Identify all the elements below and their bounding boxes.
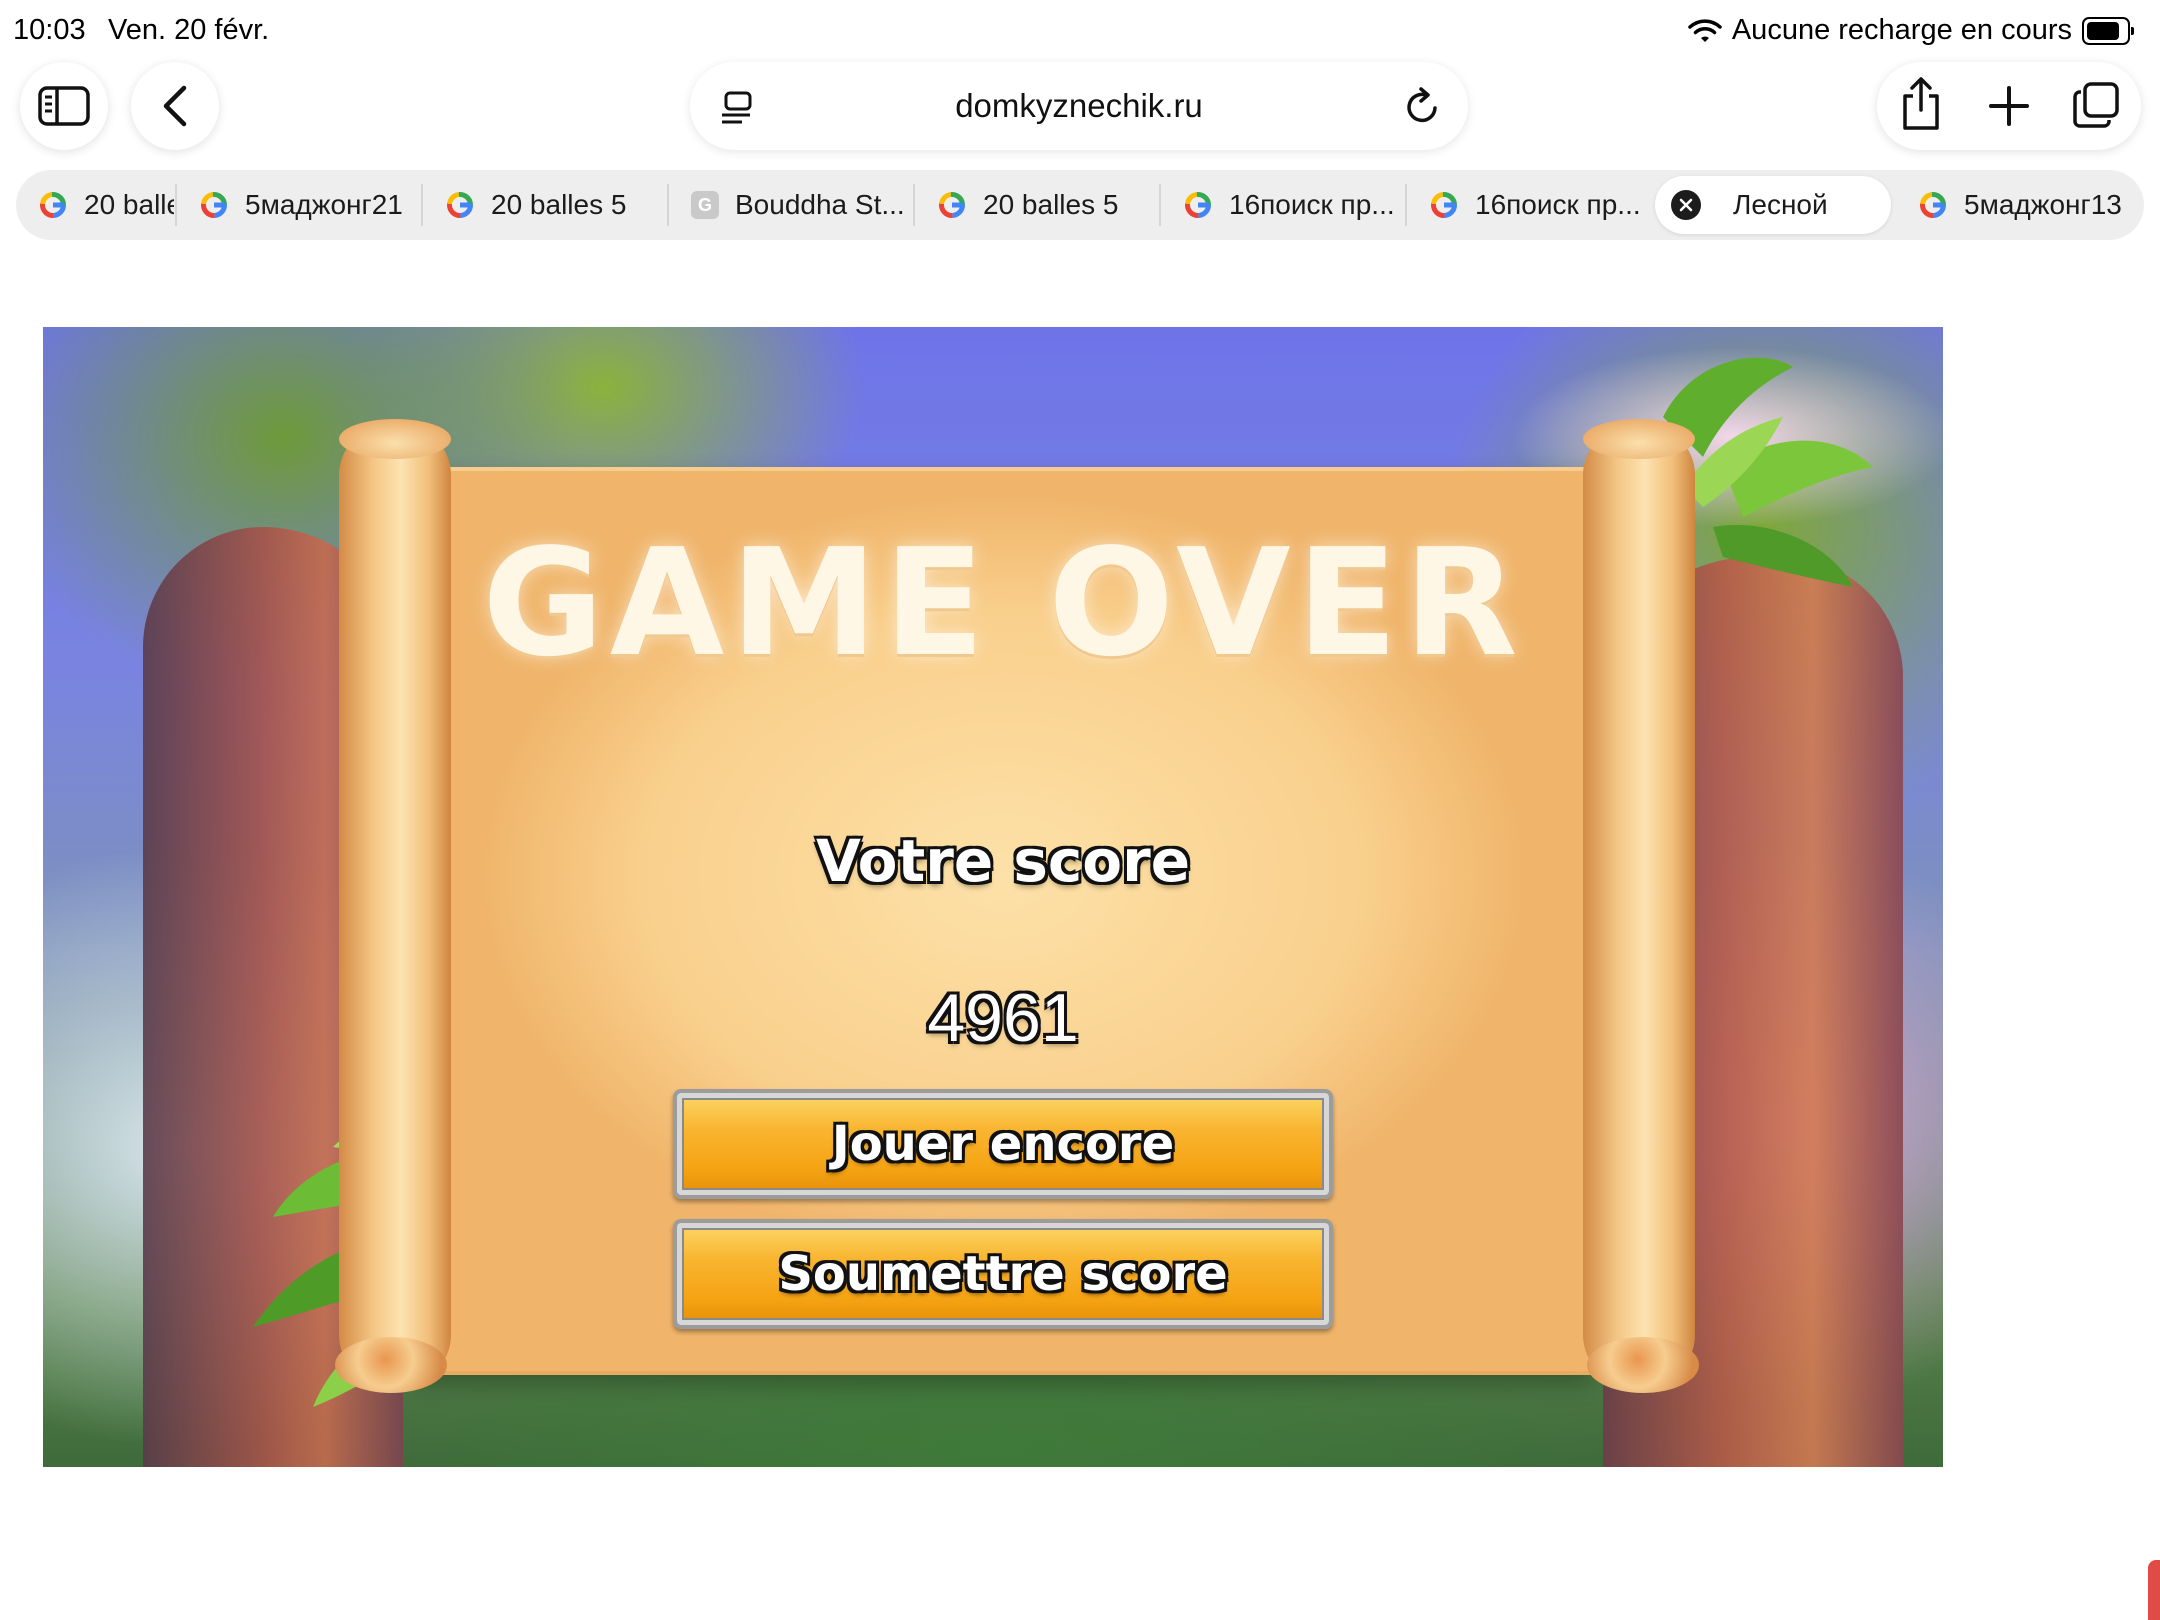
sidebar-icon — [38, 86, 90, 126]
google-icon — [447, 192, 473, 218]
tab-label: 20 balles 5 — [983, 189, 1119, 220]
battery-icon — [2082, 16, 2134, 45]
tab-6[interactable]: 16поиск пр... — [1161, 170, 1405, 240]
sidebar-toggle-button[interactable] — [20, 62, 108, 150]
play-again-button[interactable]: Jouer encore — [673, 1089, 1333, 1199]
back-button[interactable] — [131, 62, 219, 150]
google-icon — [939, 192, 965, 218]
close-tab-icon[interactable] — [1671, 190, 1701, 220]
tab-4[interactable]: G Bouddha St... — [669, 170, 913, 240]
google-icon — [1431, 192, 1457, 218]
tab-label: 20 balles 5 — [84, 189, 174, 220]
tab-label: Лесной — [1733, 189, 1828, 220]
scroll-roll-right — [1583, 425, 1695, 1385]
tab-2[interactable]: 5маджонг21 — [177, 170, 421, 240]
tab-9[interactable]: 5маджонг13 — [1896, 170, 2144, 240]
status-bar: 10:03 Ven. 20 févr. Aucune recharge en c… — [0, 0, 2160, 60]
scroll-roll-right-curl — [1587, 1337, 1699, 1393]
grey-g-favicon-icon: G — [691, 191, 719, 219]
scroll-roll-right-cap — [1583, 419, 1695, 459]
tab-strip: 20 balles 5 5маджонг21 20 balles 5 G Bou… — [16, 170, 2144, 240]
google-icon — [40, 192, 66, 218]
status-time: 10:03 — [13, 14, 86, 46]
game-canvas[interactable]: GAME OVER Votre score 4961 Jouer encore … — [43, 327, 1943, 1467]
tab-label: Bouddha St... — [735, 189, 905, 220]
score-value: 4961 — [927, 980, 1079, 1056]
score-label: Votre score — [815, 827, 1191, 895]
toolbar-right-group — [1877, 62, 2141, 150]
tab-active-lesnoy[interactable]: Лесной — [1655, 176, 1891, 234]
tab-label: 5маджонг13 — [1964, 189, 2122, 220]
tab-label: 5маджонг21 — [245, 189, 403, 220]
tab-7[interactable]: 16поиск пр... — [1407, 170, 1651, 240]
google-icon — [201, 192, 227, 218]
address-bar[interactable]: domkyznechik.ru — [690, 62, 1468, 150]
tab-5[interactable]: 20 balles 5 — [915, 170, 1159, 240]
battery-level-fill — [2087, 21, 2119, 40]
submit-score-button[interactable]: Soumettre score — [673, 1219, 1333, 1329]
wifi-icon — [1688, 18, 1722, 42]
google-icon — [1185, 192, 1211, 218]
tab-3[interactable]: 20 balles 5 — [423, 170, 667, 240]
back-chevron-icon — [163, 85, 187, 127]
tab-label: 16поиск пр... — [1475, 189, 1641, 220]
reload-icon[interactable] — [1404, 86, 1442, 126]
google-icon — [1920, 192, 1946, 218]
status-right-group: Aucune recharge en cours — [1688, 14, 2134, 47]
status-date: Ven. 20 févr. — [108, 14, 270, 46]
url-text[interactable]: domkyznechik.ru — [690, 87, 1468, 125]
tab-label: 16поиск пр... — [1229, 189, 1395, 220]
share-icon[interactable] — [1899, 76, 1943, 132]
edge-scroll-indicator — [2148, 1560, 2160, 1620]
tab-1[interactable]: 20 balles 5 — [16, 170, 174, 240]
game-over-title: GAME OVER — [482, 517, 1524, 689]
tab-label: 20 balles 5 — [491, 189, 627, 220]
plus-icon[interactable] — [1987, 84, 2031, 128]
charging-status-text: Aucune recharge en cours — [1731, 14, 2072, 46]
scroll-roll-left-cap — [339, 419, 451, 459]
tabs-overview-icon[interactable] — [2071, 80, 2121, 130]
scroll-roll-left-curl — [335, 1337, 447, 1393]
